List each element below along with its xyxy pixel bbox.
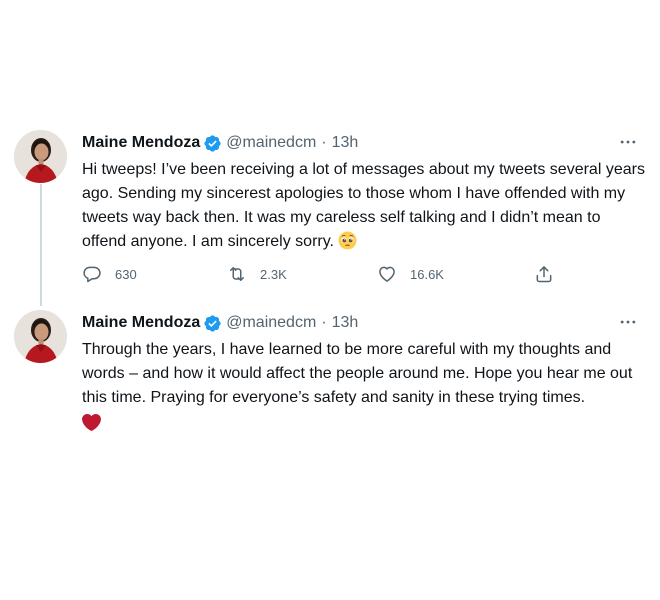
reply-button[interactable]: 630 bbox=[82, 260, 137, 288]
tweet-header: Maine Mendoza @mainedcm · 13h bbox=[82, 130, 647, 156]
avatar[interactable] bbox=[14, 130, 67, 183]
more-options-icon[interactable] bbox=[617, 312, 639, 332]
share-button[interactable] bbox=[534, 260, 554, 288]
retweet-button[interactable]: 2.3K bbox=[227, 260, 287, 288]
reply-count: 630 bbox=[115, 266, 137, 282]
separator-dot: · bbox=[321, 314, 327, 331]
avatar-image bbox=[14, 310, 67, 363]
like-button[interactable]: 16.6K bbox=[377, 260, 444, 288]
like-count: 16.6K bbox=[410, 266, 444, 282]
red-heart-emoji-icon bbox=[82, 410, 647, 434]
share-icon bbox=[534, 264, 554, 284]
tweet-actions: 630 2.3K 16.6K bbox=[82, 260, 572, 288]
reply-icon bbox=[82, 264, 102, 284]
author-name[interactable]: Maine Mendoza bbox=[82, 134, 200, 152]
more-options-icon[interactable] bbox=[617, 132, 639, 152]
avatar[interactable] bbox=[14, 310, 67, 363]
thread-connector-line bbox=[40, 184, 42, 306]
verified-badge-icon bbox=[203, 134, 222, 153]
tweet-text-body: Hi tweeps! I’ve been receiving a lot of … bbox=[82, 161, 645, 250]
author-handle[interactable]: @mainedcm bbox=[226, 134, 316, 152]
retweet-count: 2.3K bbox=[260, 266, 287, 282]
tweet-timestamp[interactable]: 13h bbox=[332, 134, 359, 152]
tweet-timestamp[interactable]: 13h bbox=[332, 314, 359, 332]
like-icon bbox=[377, 264, 397, 284]
author-name[interactable]: Maine Mendoza bbox=[82, 314, 200, 332]
pleading-face-emoji-icon bbox=[338, 231, 357, 250]
retweet-icon bbox=[227, 264, 247, 284]
tweet-text: Hi tweeps! I’ve been receiving a lot of … bbox=[82, 158, 647, 254]
avatar-image bbox=[14, 130, 67, 183]
tweet-header: Maine Mendoza @mainedcm · 13h bbox=[82, 310, 647, 336]
tweet-text-body: Through the years, I have learned to be … bbox=[82, 341, 633, 406]
author-handle[interactable]: @mainedcm bbox=[226, 314, 316, 332]
verified-badge-icon bbox=[203, 314, 222, 333]
separator-dot: · bbox=[321, 134, 327, 151]
tweet-text: Through the years, I have learned to be … bbox=[82, 338, 647, 410]
